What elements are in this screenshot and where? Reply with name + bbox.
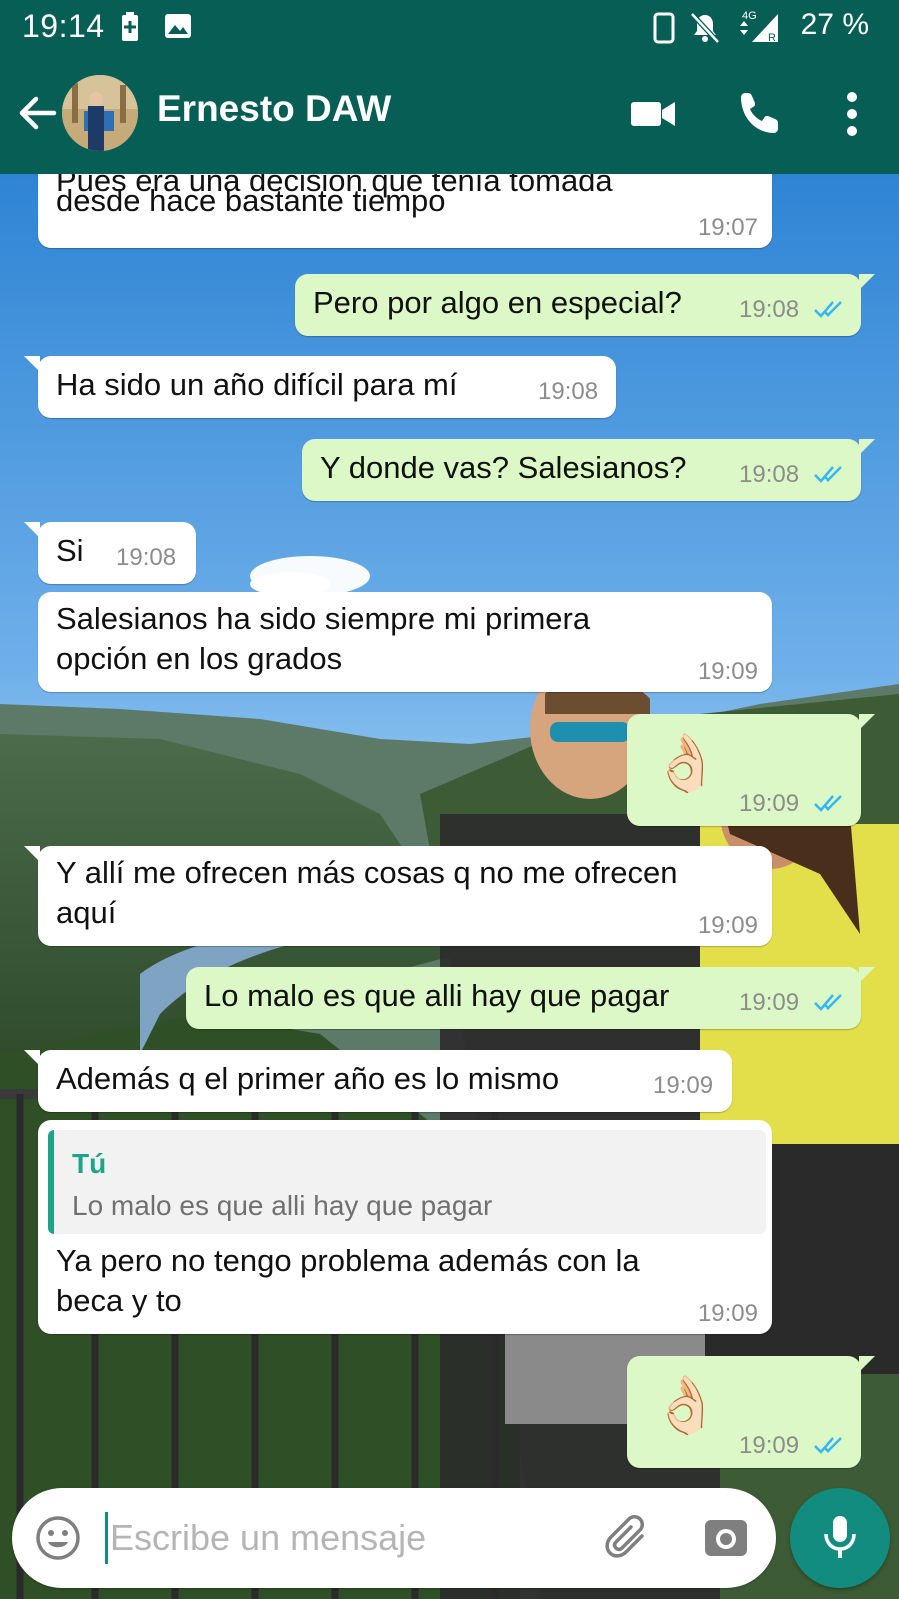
bubble-tail bbox=[24, 522, 40, 538]
more-options-icon[interactable] bbox=[826, 88, 878, 140]
message-text: Ya pero no tengo problema además con la bbox=[56, 1243, 640, 1278]
message-incoming[interactable]: Además q el primer año es lo mismo 19:09 bbox=[24, 1050, 732, 1112]
message-text: opción en los grados bbox=[56, 641, 343, 676]
bubble-tail bbox=[859, 967, 875, 983]
attach-icon[interactable] bbox=[602, 1512, 654, 1564]
status-bar: 19:14 4G R 27 % bbox=[0, 0, 899, 52]
back-arrow-icon[interactable] bbox=[14, 90, 60, 136]
network-type: 4G bbox=[742, 10, 757, 22]
message-time: 19:09 bbox=[697, 658, 758, 685]
message-text: Y allí me ofrecen más cosas q no me ofre… bbox=[56, 855, 678, 890]
bubble-tail bbox=[859, 714, 875, 730]
read-receipt-icon bbox=[814, 994, 842, 1011]
read-receipt-icon bbox=[814, 795, 842, 812]
message-text: Lo malo es que alli hay que pagar bbox=[204, 978, 670, 1013]
message-text: Además q el primer año es lo mismo bbox=[56, 1061, 560, 1096]
message-text: beca y to bbox=[56, 1283, 182, 1318]
chat-wallpaper: Pues era una decisión que tenía tomada d… bbox=[0, 174, 899, 1599]
avatar[interactable] bbox=[62, 75, 138, 151]
message-outgoing[interactable]: Y donde vas? Salesianos? 19:08 bbox=[302, 439, 875, 501]
message-outgoing[interactable]: 👌🏻 19:09 bbox=[627, 714, 875, 826]
text-cursor bbox=[105, 1512, 108, 1564]
message-text: Salesianos ha sido siempre mi primera bbox=[56, 601, 591, 636]
emoji-icon[interactable] bbox=[34, 1514, 82, 1562]
status-time: 19:14 bbox=[22, 8, 105, 44]
bubble-tail bbox=[859, 439, 875, 455]
message-time: 19:07 bbox=[697, 214, 758, 241]
camera-icon[interactable] bbox=[702, 1514, 750, 1562]
message-composer bbox=[12, 1488, 776, 1588]
message-outgoing[interactable]: Lo malo es que alli hay que pagar 19:09 bbox=[186, 967, 875, 1029]
bubble-tail bbox=[859, 1356, 875, 1372]
gallery-notification-icon bbox=[164, 12, 192, 45]
message-time: 19:09 bbox=[653, 1072, 714, 1099]
svg-text:R: R bbox=[768, 32, 776, 44]
ok-hand-emoji: 👌🏻 bbox=[651, 731, 721, 794]
message-text: Y donde vas? Salesianos? bbox=[320, 450, 687, 485]
quote-author: Tú bbox=[72, 1148, 107, 1179]
message-time: 19:08 bbox=[538, 378, 599, 405]
microphone-icon[interactable] bbox=[790, 1488, 890, 1588]
message-incoming[interactable]: Salesianos ha sido siempre mi primera op… bbox=[38, 592, 772, 692]
message-text: aquí bbox=[56, 895, 117, 930]
read-receipt-icon bbox=[814, 301, 842, 318]
ok-hand-emoji: 👌🏻 bbox=[651, 1373, 721, 1436]
message-time: 19:09 bbox=[739, 989, 800, 1016]
notifications-off-icon bbox=[688, 12, 722, 49]
chat-header: Ernesto DAW bbox=[0, 52, 899, 174]
message-incoming[interactable]: Ha sido un año difícil para mí 19:08 bbox=[24, 356, 616, 418]
message-text: desde hace bastante tiempo bbox=[56, 183, 446, 218]
message-time: 19:09 bbox=[697, 912, 758, 939]
message-incoming[interactable]: Pues era una decisión que tenía tomada d… bbox=[38, 174, 772, 248]
message-time: 19:08 bbox=[116, 544, 177, 571]
vibrate-icon bbox=[652, 12, 676, 49]
signal-icon: 4G R bbox=[738, 8, 780, 49]
message-text: Ha sido un año difícil para mí bbox=[56, 367, 458, 402]
message-input[interactable] bbox=[110, 1504, 570, 1572]
bubble-tail bbox=[24, 1050, 40, 1066]
video-call-icon[interactable] bbox=[628, 88, 680, 140]
read-receipt-icon bbox=[814, 466, 842, 483]
message-time: 19:08 bbox=[739, 461, 800, 488]
bubble-tail bbox=[24, 356, 40, 372]
bubble-tail bbox=[24, 846, 40, 862]
contact-name[interactable]: Ernesto DAW bbox=[157, 88, 391, 130]
message-text: Si bbox=[56, 533, 84, 568]
battery-saver-icon bbox=[118, 12, 142, 47]
message-incoming[interactable]: Si 19:08 bbox=[24, 522, 196, 584]
message-time: 19:09 bbox=[739, 1432, 800, 1459]
phone-call-icon[interactable] bbox=[734, 88, 786, 140]
message-time: 19:09 bbox=[697, 1300, 758, 1327]
message-time: 19:08 bbox=[739, 296, 800, 323]
message-incoming[interactable]: Y allí me ofrecen más cosas q no me ofre… bbox=[24, 846, 772, 946]
read-receipt-icon bbox=[814, 1437, 842, 1454]
message-text: Pero por algo en especial? bbox=[313, 285, 682, 320]
quoted-message[interactable]: Tú Lo malo es que alli hay que pagar bbox=[48, 1130, 766, 1234]
message-time: 19:09 bbox=[739, 790, 800, 817]
battery-percent: 27 % bbox=[800, 8, 869, 41]
message-incoming-reply[interactable]: Tú Lo malo es que alli hay que pagar Ya … bbox=[38, 1120, 772, 1334]
message-outgoing[interactable]: Pero por algo en especial? 19:08 bbox=[295, 274, 875, 336]
quote-text: Lo malo es que alli hay que pagar bbox=[72, 1190, 493, 1221]
message-outgoing[interactable]: 👌🏻 19:09 bbox=[627, 1356, 875, 1468]
bubble-tail bbox=[859, 274, 875, 290]
